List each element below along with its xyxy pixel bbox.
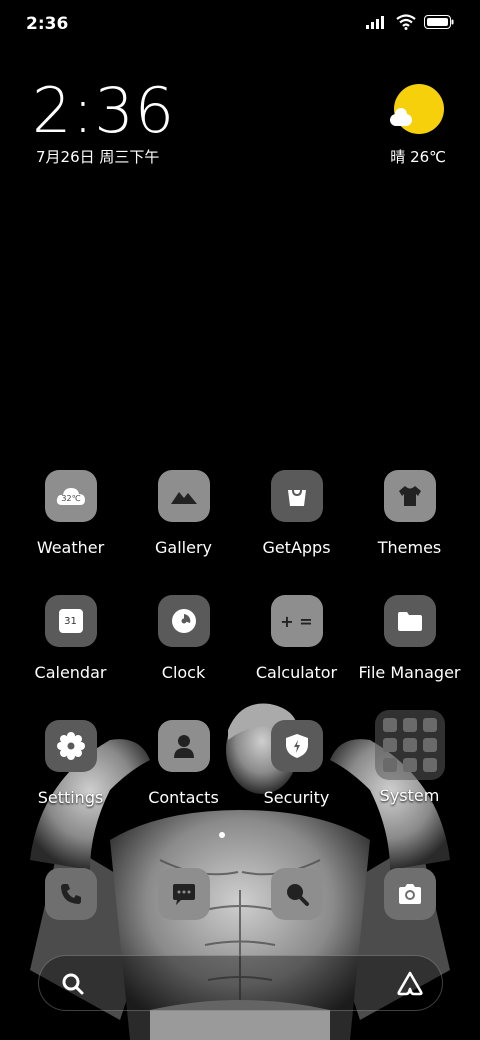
shirt-icon: [383, 470, 436, 522]
app-security[interactable]: Security: [240, 720, 353, 807]
app-weather[interactable]: 32℃ Weather: [14, 470, 127, 557]
calculator-icon: + =: [270, 595, 323, 647]
app-label: Calculator: [255, 663, 338, 682]
clock-icon: [157, 595, 210, 647]
search-icon[interactable]: [61, 972, 85, 996]
app-label: System: [379, 786, 440, 805]
app-label: GetApps: [262, 538, 331, 557]
weather-app-icon: 32℃: [44, 470, 97, 522]
app-system-folder[interactable]: System: [353, 710, 466, 805]
phone-icon: [61, 884, 81, 904]
app-label: Gallery: [155, 538, 212, 557]
shield-icon: [270, 720, 323, 772]
wifi-icon: [396, 14, 416, 30]
app-file-manager[interactable]: File Manager: [353, 595, 466, 682]
messages-icon: [173, 884, 195, 905]
assistant-icon[interactable]: [396, 970, 424, 996]
gear-icon: [44, 720, 97, 772]
gallery-icon: [157, 470, 210, 522]
status-icons: [366, 14, 454, 30]
clock-widget-time[interactable]: 2:36: [32, 74, 175, 147]
app-clock[interactable]: Clock: [127, 595, 240, 682]
weather-widget[interactable]: 晴 26℃: [386, 84, 446, 166]
folder-grid-icon: [374, 710, 445, 780]
shopping-bag-icon: [270, 470, 323, 522]
weather-widget-text: 晴 26℃: [390, 148, 446, 166]
app-calendar[interactable]: 31 Calendar: [14, 595, 127, 682]
browser-icon: [287, 884, 309, 906]
app-calculator[interactable]: + = Calculator: [240, 595, 353, 682]
cloud-icon: [390, 108, 412, 126]
app-getapps[interactable]: GetApps: [240, 470, 353, 557]
dock-messages[interactable]: [158, 868, 210, 920]
status-time: 2:36: [26, 14, 69, 34]
app-label: Settings: [37, 788, 104, 807]
battery-icon: [424, 15, 454, 29]
calendar-icon: 31: [44, 595, 97, 647]
clock-widget-date: 7月26日 周三下午: [36, 148, 160, 166]
folder-icon: [383, 595, 436, 647]
page-indicator-dot[interactable]: [219, 832, 225, 838]
search-bar[interactable]: [38, 955, 443, 1011]
app-settings[interactable]: Settings: [14, 720, 127, 807]
app-label: Security: [263, 788, 330, 807]
signal-icon: [366, 16, 384, 29]
svg-text:32℃: 32℃: [61, 494, 80, 503]
contact-icon: [157, 720, 210, 772]
app-label: Themes: [377, 538, 442, 557]
app-label: File Manager: [358, 663, 461, 682]
app-label: Weather: [36, 538, 105, 557]
dock-phone[interactable]: [45, 868, 97, 920]
status-bar: 2:36: [0, 0, 480, 50]
app-label: Clock: [161, 663, 206, 682]
app-themes[interactable]: Themes: [353, 470, 466, 557]
app-gallery[interactable]: Gallery: [127, 470, 240, 557]
app-label: Contacts: [148, 788, 219, 807]
app-label: Calendar: [34, 663, 107, 682]
dock-browser[interactable]: [271, 868, 323, 920]
app-contacts[interactable]: Contacts: [127, 720, 240, 807]
camera-icon: [399, 884, 421, 904]
dock-camera[interactable]: [384, 868, 436, 920]
